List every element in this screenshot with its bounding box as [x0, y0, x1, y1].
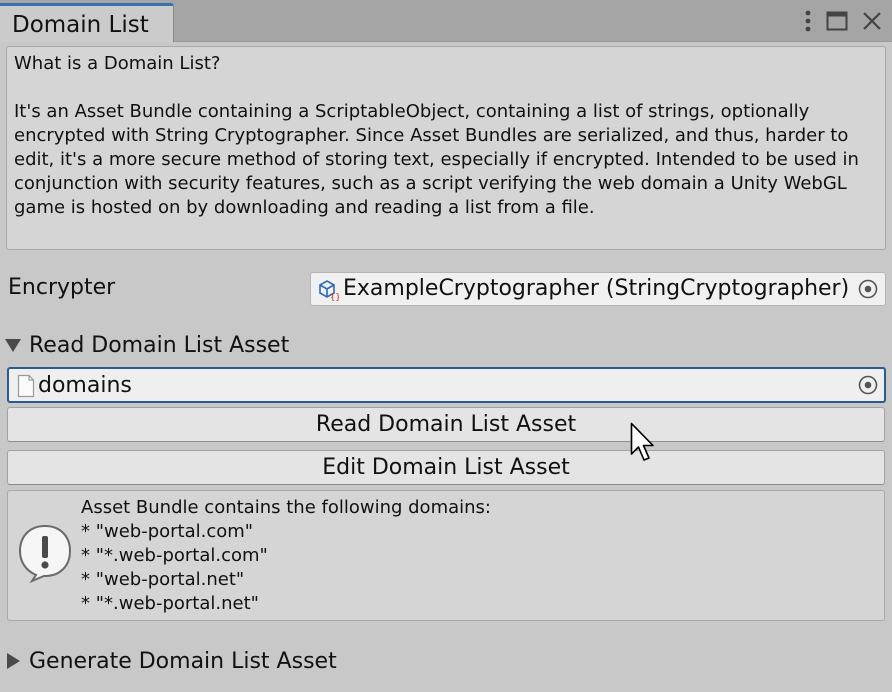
file-icon: [17, 374, 35, 402]
svg-text:{}: {}: [330, 293, 339, 301]
warning-icon: [16, 523, 74, 587]
domains-info-text: Asset Bundle contains the following doma…: [81, 496, 491, 616]
maximize-icon[interactable]: [826, 11, 848, 31]
foldout-collapsed-icon: [7, 653, 20, 669]
tab-domain-list[interactable]: Domain List: [0, 3, 174, 42]
title-bar: Domain List: [0, 0, 892, 42]
domain-item: * "web-portal.com": [81, 521, 254, 542]
help-body: It's an Asset Bundle containing a Script…: [14, 101, 859, 218]
edit-domain-list-button[interactable]: Edit Domain List Asset: [7, 450, 885, 485]
scriptable-object-icon: {}: [317, 279, 341, 305]
tab-label: Domain List: [12, 12, 149, 38]
kebab-menu-icon[interactable]: [804, 10, 812, 32]
foldout-expanded-icon: [5, 338, 21, 352]
help-box: What is a Domain List? It's an Asset Bun…: [6, 46, 886, 250]
domain-item: * "web-portal.net": [81, 569, 245, 590]
close-icon[interactable]: [862, 11, 882, 31]
read-section-title: Read Domain List Asset: [29, 332, 290, 358]
help-question: What is a Domain List?: [14, 53, 221, 74]
read-section-foldout[interactable]: Read Domain List Asset: [5, 331, 289, 359]
generate-section-title: Generate Domain List Asset: [29, 648, 337, 674]
object-picker-icon[interactable]: [857, 374, 879, 400]
read-domain-list-button[interactable]: Read Domain List Asset: [7, 407, 885, 442]
encrypter-label: Encrypter: [8, 275, 116, 300]
window-controls: [804, 8, 882, 34]
encrypter-value: ExampleCryptographer (StringCryptographe…: [343, 276, 850, 301]
domain-item: * "*.web-portal.net": [81, 593, 259, 614]
domain-item: * "*.web-portal.com": [81, 545, 268, 566]
domains-asset-field[interactable]: domains: [7, 367, 886, 403]
domains-info-box: Asset Bundle contains the following doma…: [7, 490, 885, 621]
mouse-cursor-icon: [630, 422, 656, 468]
asset-value: domains: [38, 373, 132, 398]
generate-section-foldout[interactable]: Generate Domain List Asset: [5, 647, 337, 675]
object-picker-icon[interactable]: [857, 278, 879, 304]
encrypter-object-field[interactable]: {} ExampleCryptographer (StringCryptogra…: [310, 272, 886, 306]
info-heading: Asset Bundle contains the following doma…: [81, 497, 491, 518]
